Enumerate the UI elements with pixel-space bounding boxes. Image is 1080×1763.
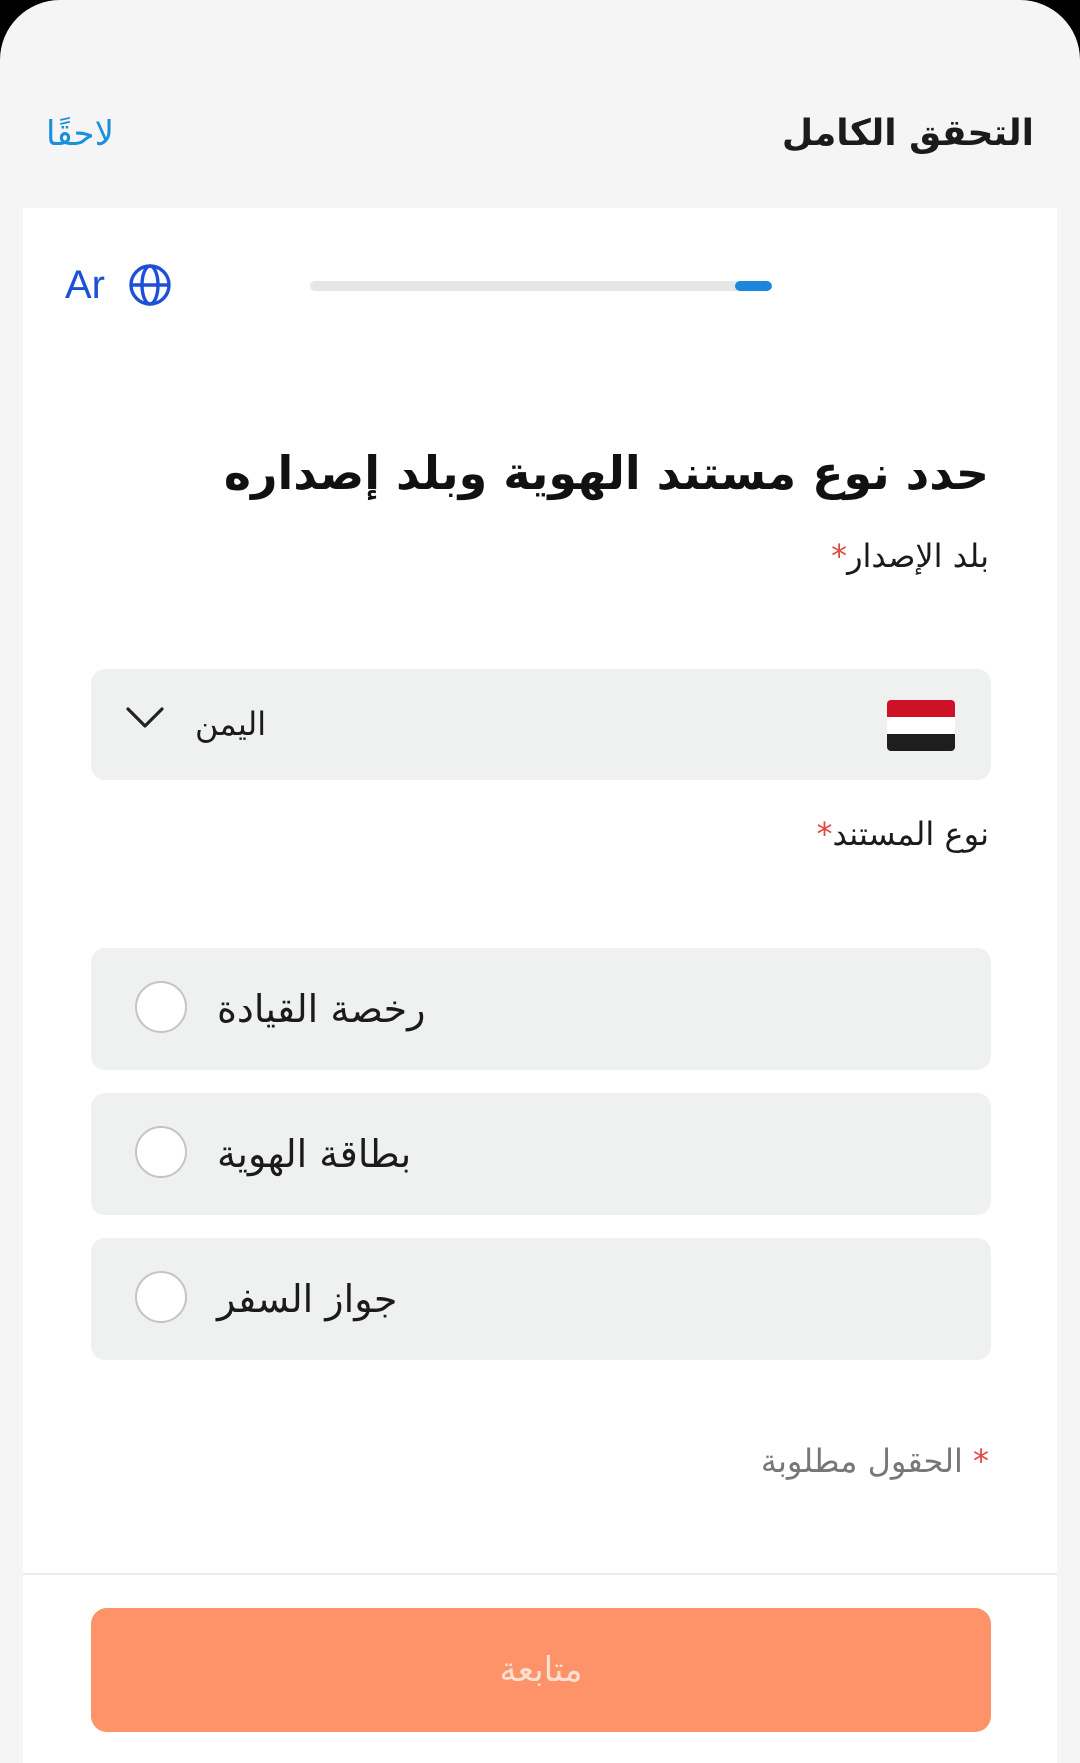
language-switcher[interactable]: Ar: [65, 260, 173, 310]
document-option-driving-license[interactable]: رخصة القيادة: [91, 948, 991, 1070]
language-code: Ar: [65, 263, 105, 307]
document-option-id-card[interactable]: بطاقة الهوية: [91, 1093, 991, 1215]
document-option-label: رخصة القيادة: [217, 987, 426, 1031]
country-label: بلد الإصدار*: [831, 532, 989, 580]
document-option-passport[interactable]: جواز السفر: [91, 1238, 991, 1360]
country-select[interactable]: اليمن: [91, 669, 991, 780]
required-star: *: [816, 815, 833, 853]
yemen-flag-icon: [887, 700, 955, 751]
document-option-label: جواز السفر: [217, 1277, 398, 1321]
globe-icon: [129, 264, 171, 306]
verification-sheet: التحقق الكامل لاحقًا Ar حدد نوع مستند ال…: [0, 0, 1080, 1763]
required-star: *: [831, 537, 848, 575]
document-type-label: نوع المستند*: [817, 810, 990, 858]
continue-button[interactable]: متابعة: [91, 1608, 991, 1732]
content-card: Ar حدد نوع مستند الهوية وبلد إصداره بلد …: [23, 208, 1057, 1763]
sheet-header: التحقق الكامل لاحقًا: [0, 0, 1080, 208]
chevron-down-icon: [126, 707, 164, 728]
flag-band-white: [887, 717, 955, 734]
footer-divider: [23, 1573, 1057, 1575]
progress-bar: [310, 281, 772, 291]
required-star: *: [973, 1442, 989, 1480]
flag-band-black: [887, 734, 955, 751]
radio-button[interactable]: [135, 1271, 187, 1323]
page-heading: حدد نوع مستند الهوية وبلد إصداره: [223, 446, 989, 500]
required-note-text: الحقول مطلوبة: [760, 1442, 963, 1480]
radio-button[interactable]: [135, 1126, 187, 1178]
flag-band-red: [887, 700, 955, 717]
progress-fill: [735, 281, 772, 291]
country-value: اليمن: [195, 705, 267, 743]
required-fields-note: * الحقول مطلوبة: [761, 1437, 989, 1485]
page-title: التحقق الكامل: [781, 113, 1034, 154]
later-link[interactable]: لاحقًا: [46, 108, 114, 160]
document-type-label-text: نوع المستند: [832, 815, 990, 853]
country-label-text: بلد الإصدار: [847, 537, 989, 575]
document-option-label: بطاقة الهوية: [217, 1132, 412, 1176]
radio-button[interactable]: [135, 981, 187, 1033]
